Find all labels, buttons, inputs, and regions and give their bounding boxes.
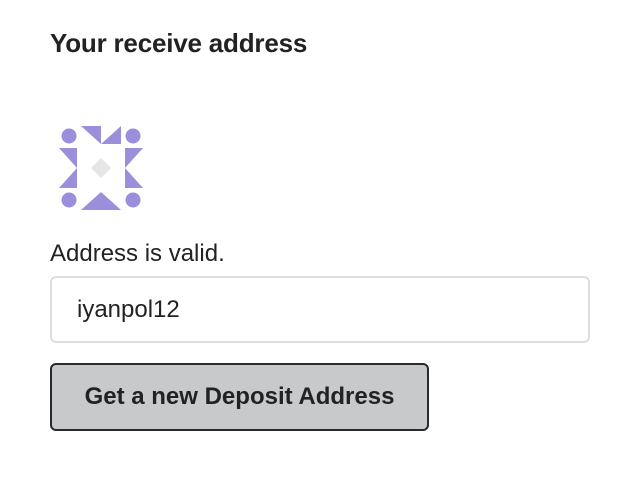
address-status-text: Address is valid. <box>50 240 225 267</box>
identicon-triangle <box>59 148 77 168</box>
identicon-triangle <box>81 192 101 210</box>
identicon-triangle <box>125 148 143 168</box>
identicon-icon <box>59 126 143 210</box>
identicon-triangle <box>101 126 121 144</box>
identicon-corner-dot <box>61 128 77 144</box>
identicon-triangle <box>81 126 101 144</box>
new-deposit-address-button[interactable]: Get a new Deposit Address <box>50 363 429 431</box>
page-title: Your receive address <box>50 28 308 58</box>
identicon-corner-dot <box>125 192 141 208</box>
identicon-corner-dot <box>61 192 77 208</box>
identicon-triangle <box>59 168 77 188</box>
identicon-triangle <box>125 168 143 188</box>
identicon-triangle <box>101 192 121 210</box>
receive-address-panel: Your receive address Address is valid. G… <box>0 0 640 487</box>
identicon-corner-dot <box>125 128 141 144</box>
identicon-center-diamond <box>91 158 111 178</box>
receive-address-field[interactable] <box>50 276 590 343</box>
